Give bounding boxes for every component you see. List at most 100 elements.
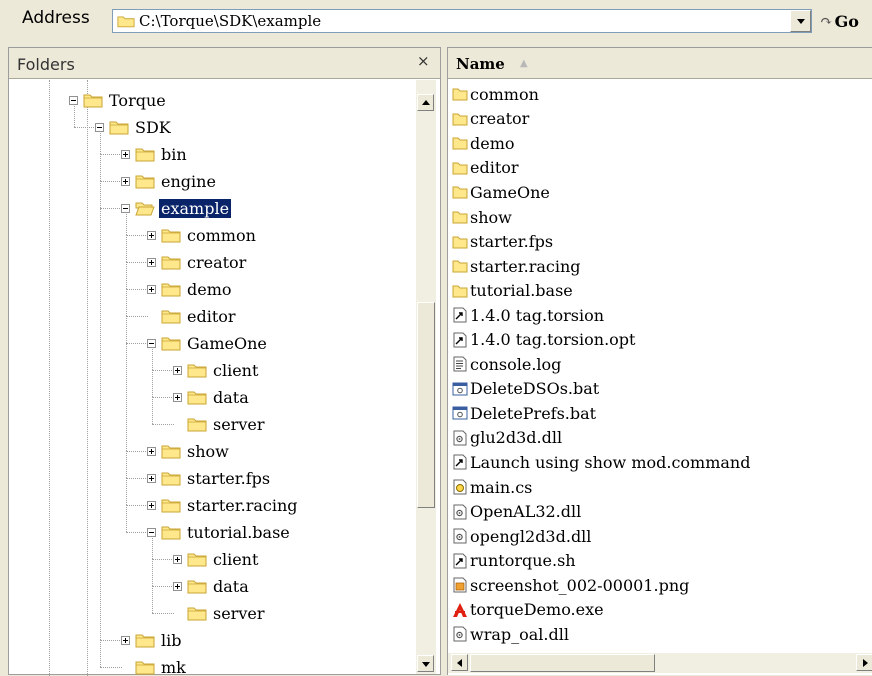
file-list-item[interactable]: glu2d3d.dll [448, 426, 872, 451]
folders-vertical-scrollbar[interactable] [416, 80, 436, 674]
shortcut-file-icon [452, 307, 468, 323]
folder-icon [161, 525, 181, 540]
folder-icon [187, 552, 207, 567]
tree-item-engine[interactable]: engine [121, 169, 218, 193]
tree-item-common[interactable]: common [147, 223, 258, 247]
tree-item-client[interactable]: client [173, 547, 260, 571]
tree-item-editor[interactable]: editor [147, 304, 238, 328]
tree-item-starter-fps[interactable]: starter.fps [147, 466, 272, 490]
file-list-item[interactable]: show [448, 205, 872, 230]
file-list-item[interactable]: OpenAL32.dll [448, 499, 872, 524]
tree-item-tutorial-base[interactable]: tutorial.base [147, 520, 292, 544]
file-list-item[interactable]: wrap_oal.dll [448, 622, 872, 647]
expand-icon[interactable] [173, 582, 182, 591]
tree-item-creator[interactable]: creator [147, 250, 248, 274]
scroll-thumb[interactable] [470, 654, 655, 672]
file-list-item[interactable]: 1.4.0 tag.torsion.opt [448, 327, 872, 352]
expand-icon[interactable] [147, 285, 156, 294]
sort-ascending-icon: ▲ [520, 58, 528, 69]
tree-item-server[interactable]: server [173, 601, 266, 625]
collapse-icon[interactable] [69, 96, 78, 105]
address-dropdown-button[interactable] [790, 10, 811, 32]
file-name: starter.fps [470, 232, 553, 251]
tree-item-client[interactable]: client [173, 358, 260, 382]
expand-icon[interactable] [147, 231, 156, 240]
collapse-icon[interactable] [147, 339, 156, 348]
scroll-down-button[interactable] [417, 655, 434, 672]
file-name: 1.4.0 tag.torsion.opt [470, 330, 635, 349]
file-list-item[interactable]: screenshot_002-00001.png [448, 573, 872, 598]
file-list-item[interactable]: Launch using show mod.command [448, 450, 872, 475]
tree-item-data[interactable]: data [173, 385, 251, 409]
folder-icon [161, 471, 181, 486]
file-list-item[interactable]: demo [448, 131, 872, 156]
file-name: Launch using show mod.command [470, 453, 750, 472]
file-list-item[interactable]: common [448, 82, 872, 107]
folder-icon [135, 660, 155, 675]
scroll-up-button[interactable] [417, 94, 434, 111]
tree-item-lib[interactable]: lib [121, 628, 183, 652]
tree-connector-line [126, 451, 148, 452]
go-button[interactable]: ↷ Go [820, 8, 872, 34]
scroll-right-button[interactable] [856, 654, 872, 671]
expand-icon[interactable] [173, 393, 182, 402]
tree-item-data[interactable]: data [173, 574, 251, 598]
tree-item-show[interactable]: show [147, 439, 231, 463]
file-name: demo [470, 134, 515, 153]
tree-item-starter-racing[interactable]: starter.racing [147, 493, 300, 517]
column-header-name[interactable]: Name ▲ [448, 48, 872, 79]
tree-item-label: mk [159, 658, 188, 676]
tree-connector-line [100, 208, 101, 640]
tree-item-gameone[interactable]: GameOne [147, 331, 269, 355]
expand-icon[interactable] [147, 258, 156, 267]
expand-icon[interactable] [173, 366, 182, 375]
file-list-item[interactable]: DeletePrefs.bat [448, 401, 872, 426]
tree-connector-line [126, 316, 127, 343]
file-list-item[interactable]: console.log [448, 352, 872, 377]
collapse-icon[interactable] [147, 528, 156, 537]
file-list-item[interactable]: runtorque.sh [448, 548, 872, 573]
folder-icon [452, 258, 468, 274]
close-icon[interactable]: × [417, 52, 430, 70]
file-list-item[interactable]: opengl2d3d.dll [448, 524, 872, 549]
tree-item-label: Torque [107, 91, 168, 110]
folder-icon [452, 234, 468, 250]
scroll-left-button[interactable] [451, 654, 468, 671]
expand-icon[interactable] [173, 555, 182, 564]
expand-icon[interactable] [147, 447, 156, 456]
file-list-item[interactable]: DeleteDSOs.bat [448, 377, 872, 402]
expand-icon[interactable] [147, 501, 156, 510]
tree-item-demo[interactable]: demo [147, 277, 234, 301]
tree-item-torque[interactable]: Torque [69, 88, 168, 112]
file-list-item[interactable]: starter.fps [448, 229, 872, 254]
collapse-icon[interactable] [95, 123, 104, 132]
tree-connector-line [126, 532, 148, 533]
file-list-item[interactable]: GameOne [448, 180, 872, 205]
tree-connector-line [126, 235, 127, 262]
file-list-item[interactable]: creator [448, 107, 872, 132]
expand-icon[interactable] [147, 474, 156, 483]
file-list-horizontal-scrollbar[interactable] [448, 653, 872, 673]
expand-icon[interactable] [121, 150, 130, 159]
file-list-item[interactable]: main.cs [448, 475, 872, 500]
file-list-item[interactable]: starter.racing [448, 254, 872, 279]
file-list-item[interactable]: editor [448, 156, 872, 181]
tree-item-mk[interactable]: mk [121, 655, 188, 676]
tree-item-example[interactable]: example [121, 196, 231, 220]
address-input[interactable]: C:\Torque\SDK\example [112, 9, 812, 33]
expand-icon[interactable] [121, 177, 130, 186]
tree-connector-line [126, 235, 148, 236]
tree-item-bin[interactable]: bin [121, 142, 189, 166]
address-value: C:\Torque\SDK\example [139, 12, 321, 30]
folder-icon [135, 174, 155, 189]
tree-connector-line [100, 208, 122, 209]
tree-item-server[interactable]: server [173, 412, 266, 436]
scroll-thumb[interactable] [417, 302, 435, 508]
file-name: tutorial.base [470, 281, 573, 300]
file-list-item[interactable]: 1.4.0 tag.torsion [448, 303, 872, 328]
file-list-item[interactable]: torqueDemo.exe [448, 597, 872, 622]
file-list-item[interactable]: tutorial.base [448, 278, 872, 303]
collapse-icon[interactable] [121, 204, 130, 213]
tree-item-sdk[interactable]: SDK [95, 115, 173, 139]
expand-icon[interactable] [121, 636, 130, 645]
